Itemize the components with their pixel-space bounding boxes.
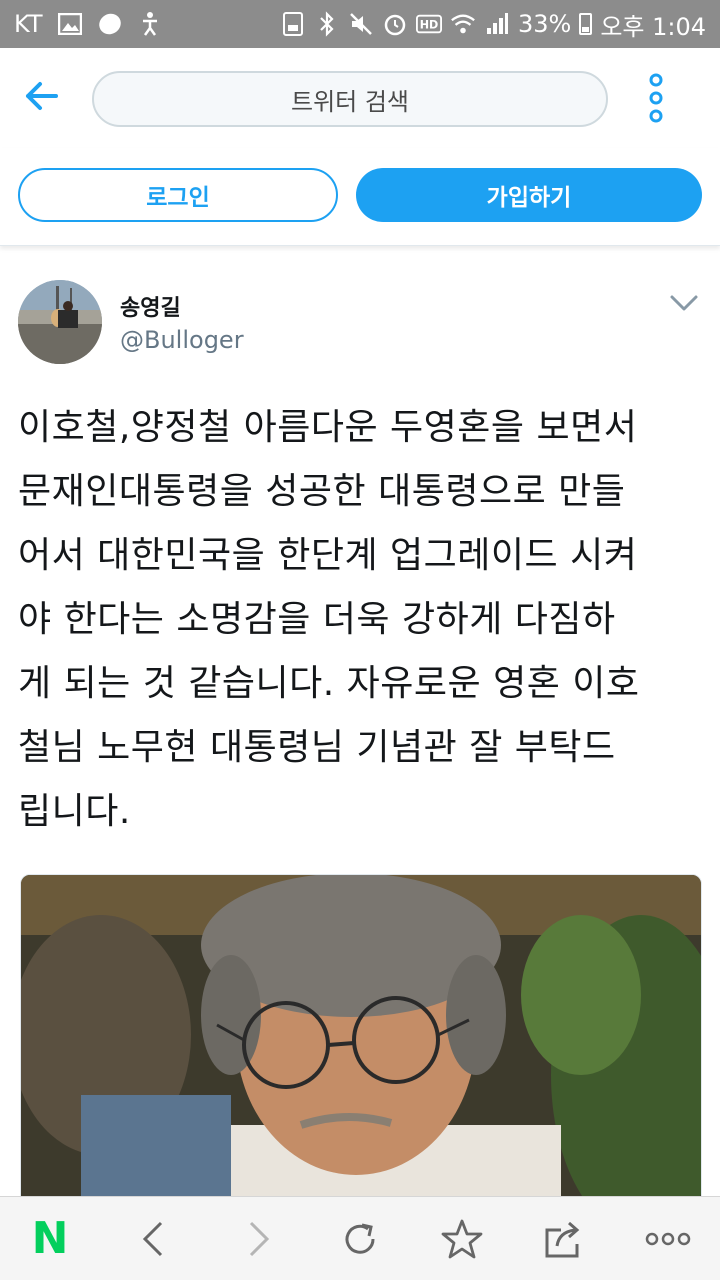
bookmark-star-icon[interactable] xyxy=(438,1215,486,1263)
mute-icon xyxy=(348,11,374,37)
battery-icon xyxy=(579,13,593,35)
tweet: 송영길 @Bulloger 이호철,양정철 아름다운 두영혼을 보면서 문재인대… xyxy=(0,246,720,1196)
more-vertical-icon[interactable] xyxy=(642,72,670,124)
battery-percent: 33% xyxy=(517,10,572,38)
tweet-line: 문재인대통령을 성공한 대통령으로 만들 xyxy=(18,471,626,512)
hd-icon: HD xyxy=(415,11,442,37)
save-icon xyxy=(280,11,306,37)
tweet-photo[interactable] xyxy=(20,874,702,1196)
tweet-line: 게 되는 것 같습니다. 자유로운 영혼 이호 xyxy=(18,663,640,704)
carrier-label: KT xyxy=(14,10,43,38)
tweet-line: 이호철,양정철 아름다운 두영혼을 보면서 xyxy=(18,407,638,448)
tweet-line: 철님 노무현 대통령님 기념관 잘 부탁드 xyxy=(18,727,616,768)
bluetooth-icon xyxy=(314,11,340,37)
accessibility-icon xyxy=(137,11,163,37)
tweet-line: 야 한다는 소명감을 더욱 강하게 다짐하 xyxy=(18,599,616,640)
tweet-line: 어서 대한민국을 한단계 업그레이드 시켜 xyxy=(18,535,638,576)
signup-button[interactable]: 가입하기 xyxy=(356,168,702,222)
refresh-icon[interactable] xyxy=(336,1215,384,1263)
naver-n-icon[interactable]: N xyxy=(26,1215,74,1263)
forward-icon[interactable] xyxy=(234,1215,282,1263)
display-name[interactable]: 송영길 xyxy=(120,290,181,322)
back-arrow-icon[interactable] xyxy=(22,76,70,120)
user-handle[interactable]: @Bulloger xyxy=(120,326,244,354)
tweet-text: 이호철,양정철 아름다운 두영혼을 보면서 문재인대통령을 성공한 대통령으로 … xyxy=(18,396,708,844)
wifi-icon xyxy=(450,11,476,37)
svg-text:HD: HD xyxy=(420,19,439,32)
back-icon[interactable] xyxy=(130,1215,178,1263)
image-icon xyxy=(57,11,83,37)
tweet-line: 립니다. xyxy=(18,791,131,832)
share-icon[interactable] xyxy=(540,1215,588,1263)
alarm-icon xyxy=(382,11,408,37)
status-bar: KT HD 33% 오후 1:04 xyxy=(0,0,720,48)
egg-icon xyxy=(97,11,123,37)
browser-toolbar: N xyxy=(0,1196,720,1280)
avatar[interactable] xyxy=(18,280,102,364)
naver-label: N xyxy=(31,1213,69,1264)
login-button[interactable]: 로그인 xyxy=(18,168,338,222)
more-horizontal-icon[interactable] xyxy=(644,1215,692,1263)
auth-bar: 로그인 가입하기 xyxy=(0,148,720,246)
signal-icon xyxy=(484,11,510,37)
search-placeholder: 트위터 검색 xyxy=(290,87,410,116)
clock: 오후 1:04 xyxy=(600,12,706,41)
chevron-down-icon[interactable] xyxy=(668,292,700,314)
search-header: 트위터 검색 xyxy=(0,48,720,148)
search-input[interactable]: 트위터 검색 xyxy=(92,71,608,127)
